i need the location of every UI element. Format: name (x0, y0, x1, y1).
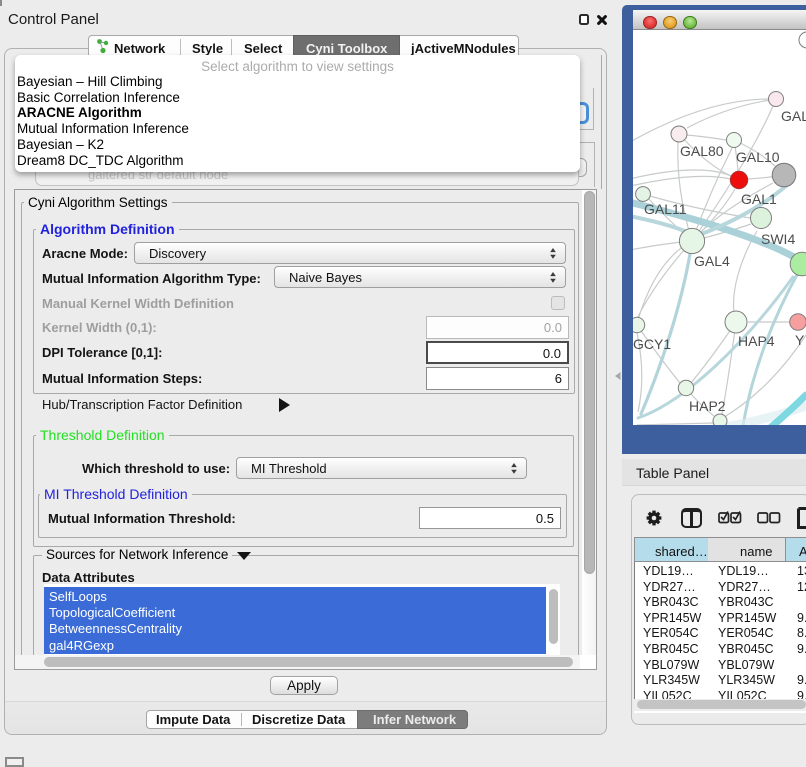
svg-text:GAL1: GAL1 (741, 191, 777, 207)
svg-text:GAL4: GAL4 (694, 253, 730, 269)
svg-text:GAL7: GAL7 (781, 108, 806, 124)
svg-text:GAL80: GAL80 (680, 143, 724, 159)
svg-text:HAP4: HAP4 (738, 333, 775, 349)
svg-text:GAL10: GAL10 (736, 149, 780, 165)
svg-text:HAP2: HAP2 (689, 398, 726, 414)
svg-text:GCY1: GCY1 (633, 336, 671, 352)
svg-text:SWI4: SWI4 (761, 231, 795, 247)
svg-text:GAL11: GAL11 (644, 201, 687, 217)
svg-text:Y: Y (795, 332, 805, 348)
